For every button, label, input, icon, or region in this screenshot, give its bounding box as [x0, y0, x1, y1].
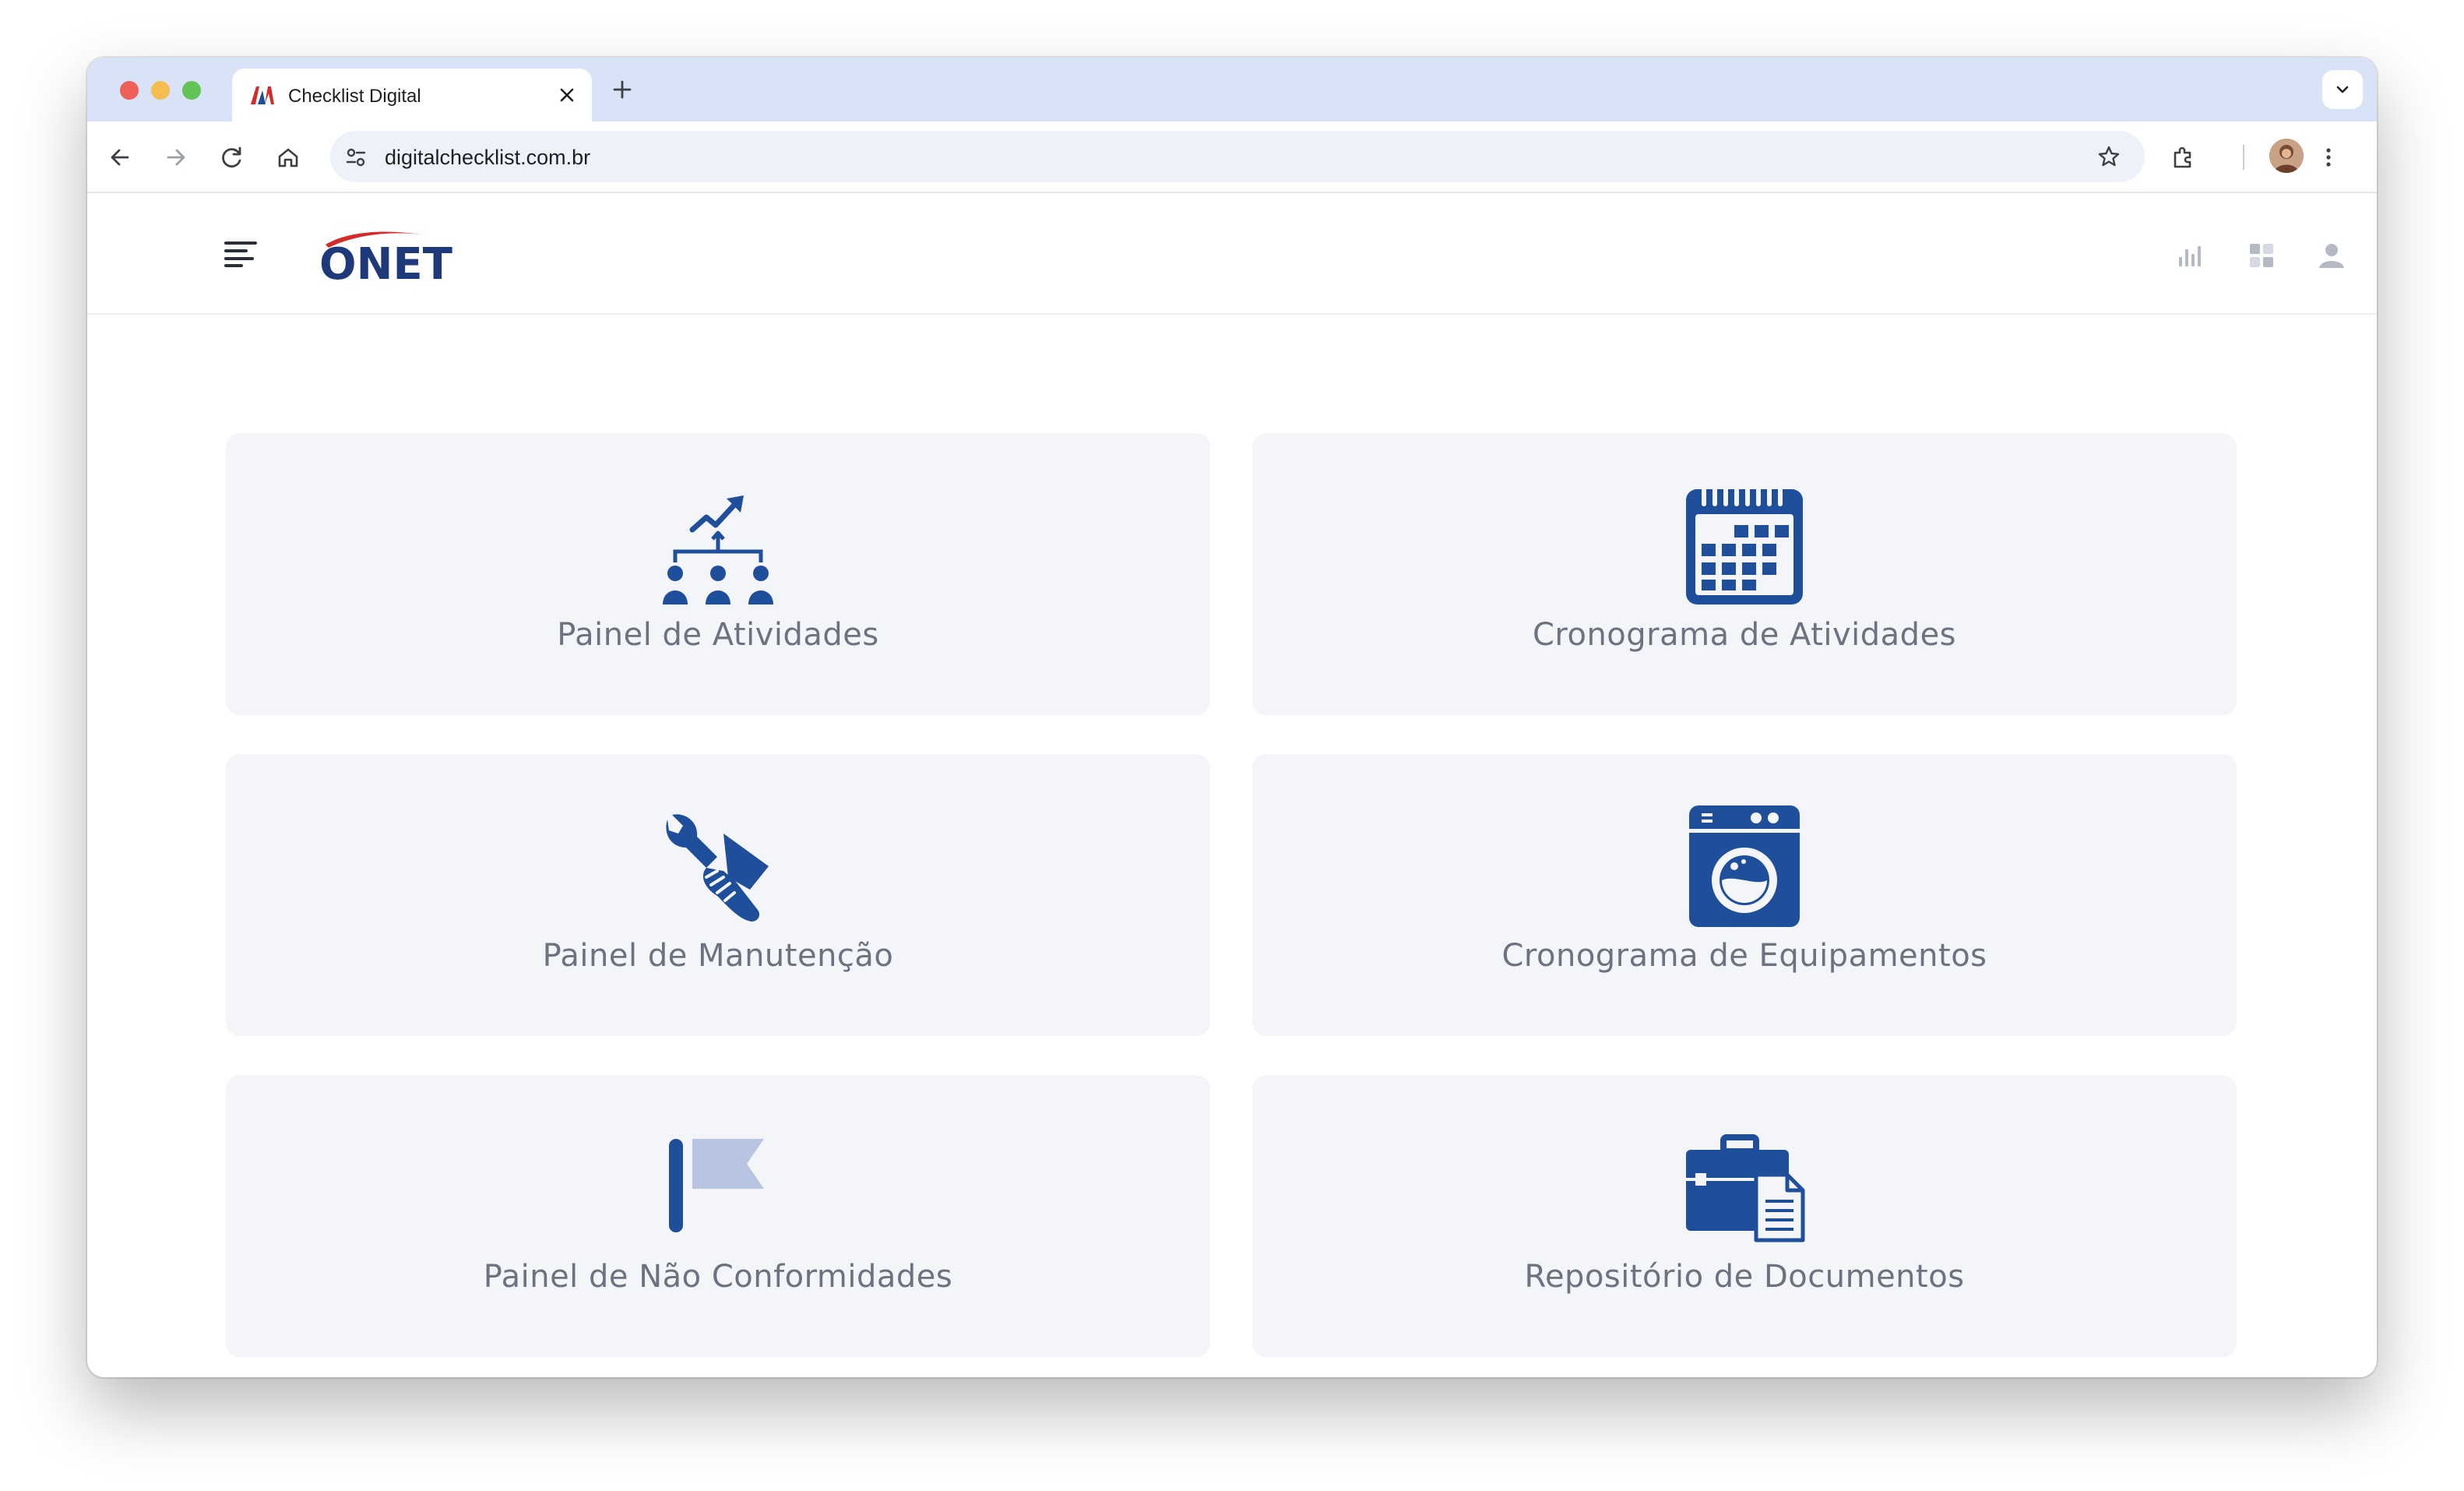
- onet-logo-mark: ONET: [319, 231, 452, 290]
- toolbar-divider: [2243, 145, 2244, 170]
- card-painel-manutencao[interactable]: Painel de Manutenção: [226, 754, 1210, 1036]
- wrench-hand-icon: [666, 814, 769, 922]
- card-painel-nao-conformidades[interactable]: Painel de Não Conformidades: [226, 1075, 1210, 1357]
- card-label: Cronograma de Equipamentos: [1501, 938, 1987, 974]
- avatar-photo-icon: [2269, 139, 2304, 173]
- desktop-background: Checklist Digital digitalchecklist.com.b…: [0, 0, 2464, 1491]
- reload-icon[interactable]: [216, 142, 248, 173]
- washing-machine-icon: [1689, 805, 1800, 927]
- profile-avatar[interactable]: [2269, 139, 2304, 173]
- card-cronograma-atividades[interactable]: Cronograma de Atividades: [1252, 433, 2237, 715]
- address-bar[interactable]: digitalchecklist.com.br: [330, 131, 2145, 182]
- card-label: Cronograma de Atividades: [1532, 617, 1957, 653]
- apps-grid-icon[interactable]: [2246, 240, 2277, 271]
- active-tab[interactable]: Checklist Digital: [232, 69, 592, 122]
- card-repositorio-documentos[interactable]: Repositório de Documentos: [1252, 1075, 2237, 1357]
- minimize-window-button[interactable]: [151, 81, 170, 100]
- briefcase-document-icon: [1686, 1134, 1805, 1242]
- chevron-down-icon: [2336, 86, 2349, 93]
- back-arrow-icon[interactable]: [104, 142, 136, 173]
- browser-toolbar: digitalchecklist.com.br: [87, 122, 2377, 193]
- forward-arrow-icon[interactable]: [160, 142, 192, 173]
- logo-text: ONET: [319, 239, 452, 282]
- menu-toggle-icon[interactable]: [224, 240, 257, 268]
- maximize-window-button[interactable]: [182, 81, 201, 100]
- team-growth-icon: [663, 495, 773, 605]
- close-window-button[interactable]: [120, 81, 139, 100]
- site-info-icon[interactable]: [344, 146, 368, 169]
- user-account-icon[interactable]: [2316, 240, 2347, 271]
- card-label: Painel de Atividades: [557, 617, 879, 653]
- app-header: ONET: [87, 193, 2377, 315]
- flag-icon: [669, 1139, 764, 1232]
- new-tab-icon[interactable]: [609, 76, 635, 103]
- tab-title: Checklist Digital: [288, 86, 421, 107]
- tab-search-button[interactable]: [2322, 70, 2363, 109]
- url-text: digitalchecklist.com.br: [385, 146, 591, 169]
- card-label: Repositório de Documentos: [1524, 1259, 1965, 1295]
- tab-strip: Checklist Digital: [87, 58, 2377, 122]
- close-tab-icon[interactable]: [556, 84, 578, 106]
- dashboard-grid: Painel de Atividades Cronograma de Ativi…: [226, 433, 2237, 1357]
- bookmark-star-icon[interactable]: [2096, 144, 2121, 169]
- card-label: Painel de Não Conformidades: [483, 1259, 953, 1295]
- card-painel-atividades[interactable]: Painel de Atividades: [226, 433, 1210, 715]
- calendar-icon: [1686, 483, 1803, 605]
- card-label: Painel de Manutenção: [542, 938, 894, 974]
- bar-chart-icon[interactable]: [2174, 240, 2205, 271]
- onet-logo[interactable]: ONET: [318, 227, 473, 290]
- site-favicon-icon: [251, 86, 274, 104]
- extensions-puzzle-icon[interactable]: [2168, 142, 2199, 173]
- card-cronograma-equipamentos[interactable]: Cronograma de Equipamentos: [1252, 754, 2237, 1036]
- home-icon[interactable]: [273, 142, 304, 173]
- browser-menu-icon[interactable]: [2313, 142, 2344, 173]
- browser-window: Checklist Digital digitalchecklist.com.b…: [87, 58, 2377, 1377]
- web-page: ONET Painel de Atividades Cronograma de …: [87, 193, 2377, 1377]
